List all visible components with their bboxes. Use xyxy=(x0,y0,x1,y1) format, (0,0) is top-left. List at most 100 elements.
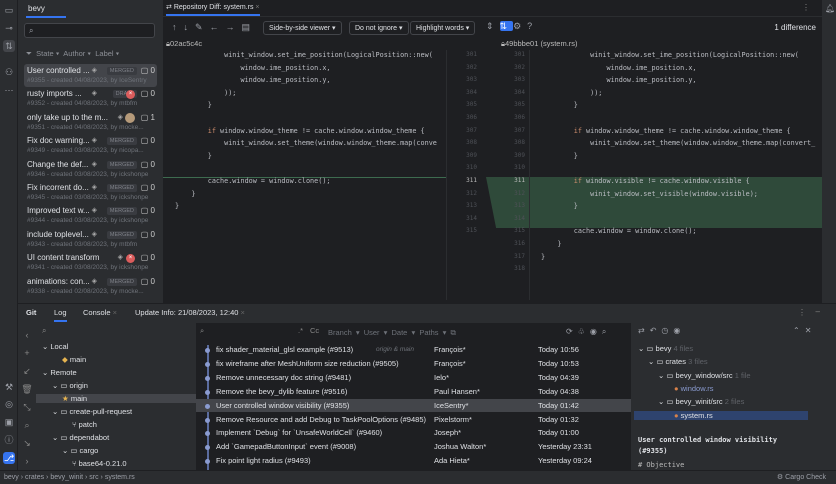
commit-row[interactable]: fix shader_material_glsl example (#9513)… xyxy=(196,343,631,357)
ignore-select[interactable]: Do not ignore ▾ xyxy=(349,21,409,35)
next-diff-icon[interactable]: ↓ xyxy=(184,22,196,32)
chevron-right-icon[interactable]: › xyxy=(20,452,34,470)
commit-row[interactable]: Implement `Debug` for `UnsafeWorldCell` … xyxy=(196,426,631,440)
changed-folder[interactable]: ⌄ ▭ bevy_window/src 1 file xyxy=(658,371,751,380)
filter-paths[interactable]: Paths ▾ xyxy=(419,328,446,337)
options-icon[interactable]: ⋮ xyxy=(798,308,806,317)
pull-requests-icon[interactable]: ⇅ xyxy=(3,40,15,52)
cargo-check[interactable]: ⚙ Cargo Check xyxy=(777,471,826,484)
breadcrumb-item[interactable]: bevy xyxy=(4,474,19,481)
search-icon[interactable]: ⌕ xyxy=(20,416,34,434)
problems-icon[interactable]: ⓘ xyxy=(3,434,15,446)
changed-folder[interactable]: ⌄ ▭ bevy 4 files xyxy=(638,344,693,353)
breadcrumb-item[interactable]: src xyxy=(89,474,98,481)
pr-item[interactable]: Improved text w... #9344 - created 03/08/… xyxy=(24,204,157,227)
branch-tree-item[interactable]: ◆ main xyxy=(62,355,86,364)
match-case-icon[interactable]: Cc xyxy=(310,326,319,335)
tab-console[interactable]: Console × xyxy=(83,308,117,317)
refresh-icon[interactable]: ⟳ xyxy=(566,327,578,336)
project-icon[interactable]: ▭ xyxy=(3,4,15,16)
filter-branch[interactable]: Branch ▾ xyxy=(328,328,360,337)
pr-item[interactable]: User controlled ... #9355 - created 04/08… xyxy=(24,64,157,87)
collapse-all-icon[interactable]: ✕ xyxy=(805,326,817,335)
breadcrumb-item[interactable]: bevy_winit xyxy=(50,474,83,481)
tab-update-info[interactable]: Update Info: 21/08/2023, 12:40 × xyxy=(135,308,245,317)
pr-item[interactable]: rusty imports ... #9352 - created 04/08/2… xyxy=(24,87,157,110)
changed-file[interactable]: ● system.rs xyxy=(634,410,808,420)
edit-icon[interactable]: ✎ xyxy=(195,22,210,32)
changed-folder[interactable]: ⌄ ▭ bevy_winit/src 2 files xyxy=(658,397,744,406)
delete-icon[interactable]: 🗑︎ xyxy=(20,380,34,398)
more-options-icon[interactable]: ⋮ xyxy=(802,3,810,12)
pr-item[interactable]: Change the def... #9346 - created 03/08/2… xyxy=(24,158,157,181)
breadcrumb-item[interactable]: system.rs xyxy=(105,474,135,481)
eye-icon[interactable]: ◉ xyxy=(590,327,602,336)
commit-row[interactable]: Add `GamepadButtonInput` event (#9008) Jo… xyxy=(196,440,631,454)
pr-item[interactable]: animations: con... #9338 - created 02/08/… xyxy=(24,275,157,298)
history-icon[interactable]: ◷ xyxy=(661,326,673,335)
help-icon[interactable]: ? xyxy=(527,21,538,31)
expand-all-icon[interactable]: ⌃ xyxy=(793,326,805,335)
services-icon[interactable]: ◎ xyxy=(3,398,15,410)
log-search-input[interactable]: ⌕ .* Cc xyxy=(200,326,330,339)
branch-tree-item[interactable]: ★ main xyxy=(36,394,206,403)
minimize-icon[interactable]: – xyxy=(816,307,820,316)
search-icon[interactable]: ⌕ xyxy=(602,327,611,336)
filter-author[interactable]: Author ▾ xyxy=(63,49,91,58)
branch-tree-item[interactable]: ⌄ Remote xyxy=(42,368,77,377)
close-tab-icon[interactable]: × xyxy=(255,4,259,11)
commit-row[interactable]: fix wireframe after MeshUniform size red… xyxy=(196,356,631,371)
build-icon[interactable]: ⚒ xyxy=(3,381,15,393)
tab-repository-diff[interactable]: ⇄ Repository Diff: system.rs × xyxy=(166,3,260,16)
branch-search-icon[interactable]: ⌕ xyxy=(42,326,46,336)
filter-label[interactable]: Label ▾ xyxy=(95,49,119,58)
commit-row[interactable]: Remove unnecessary doc string (#9481) Iel… xyxy=(196,370,631,385)
pr-item[interactable]: include toplevel... #9343 - created 03/08… xyxy=(24,228,157,251)
collapse-icon[interactable]: ‹ xyxy=(20,326,34,344)
eye-icon[interactable]: ◉ xyxy=(673,326,685,335)
commit-row[interactable]: User controlled window visibility (#9355… xyxy=(196,398,631,413)
highlight-select[interactable]: Highlight words ▾ xyxy=(410,21,476,35)
changed-folder[interactable]: ⌄ ▭ crates 3 files xyxy=(648,357,708,366)
settings-icon[interactable]: ⚙ xyxy=(513,21,527,31)
git-icon[interactable]: ⎇ xyxy=(3,452,15,464)
filter-date[interactable]: Date ▾ xyxy=(392,328,416,337)
sync-scroll-icon[interactable]: ⇅ xyxy=(499,21,514,31)
prev-diff-icon[interactable]: ↑ xyxy=(172,22,184,32)
file-icon[interactable]: ▤ xyxy=(242,22,258,32)
pr-item[interactable]: UI content transform #9341 - created 03/0… xyxy=(24,251,157,274)
pr-item[interactable]: Fix incorrent do... #9345 - created 03/08… xyxy=(24,181,157,204)
branch-tree-item[interactable]: ⌄ ▭ dependabot xyxy=(52,433,109,442)
branch-tree-item[interactable]: ⌄ ▭ cargo xyxy=(62,446,98,455)
pr-item[interactable]: Fix doc warning... #9349 - created 03/08/… xyxy=(24,134,157,157)
branch-tree-item[interactable]: ⌄ ▭ origin xyxy=(52,381,88,390)
terminal-icon[interactable]: ▣ xyxy=(3,416,15,428)
branch-tree-item[interactable]: ⑂ patch xyxy=(72,420,97,429)
filter-user[interactable]: User ▾ xyxy=(364,328,388,337)
diff-icon[interactable]: ⇄ xyxy=(638,326,650,335)
regex-icon[interactable]: .* xyxy=(298,326,303,335)
filter-state[interactable]: State ▾ xyxy=(36,49,59,58)
structure-icon[interactable]: ⚇ xyxy=(3,66,15,78)
commit-icon[interactable]: ⊸ xyxy=(3,22,15,34)
commit-row[interactable]: Fix point light radius (#9493) Ada Hieta*… xyxy=(196,454,631,468)
pr-search-input[interactable]: ⌕ xyxy=(24,23,155,38)
commit-row[interactable]: Remove the bevy_dylib feature (#9516) Pau… xyxy=(196,384,631,399)
tab-log[interactable]: Log xyxy=(54,308,67,322)
back-icon[interactable]: ← xyxy=(210,22,226,32)
breadcrumb-item[interactable]: crates xyxy=(25,474,44,481)
expand-icon[interactable]: ↘ xyxy=(20,434,34,452)
branch-tree-item[interactable]: ⌄ Local xyxy=(42,342,68,351)
cherry-pick-icon[interactable]: ♧ xyxy=(578,327,590,336)
changed-file[interactable]: ● window.rs xyxy=(634,384,714,393)
tab-bevy[interactable]: bevy xyxy=(26,4,66,18)
viewer-select[interactable]: Side-by-side viewer ▾ xyxy=(263,21,342,35)
more-icon[interactable]: ⋯ xyxy=(3,84,15,96)
new-tab-icon[interactable]: ⧉ xyxy=(450,328,455,337)
collapse-icon[interactable]: ⇕ xyxy=(486,21,500,31)
branch-tree-item[interactable]: ⑂ base64-0.21.0 xyxy=(72,459,127,468)
revert-icon[interactable]: ↶ xyxy=(650,326,662,335)
add-icon[interactable]: + xyxy=(20,344,34,362)
merge-icon[interactable]: ⤡ xyxy=(20,398,34,416)
checkout-icon[interactable]: ↙ xyxy=(20,362,34,380)
